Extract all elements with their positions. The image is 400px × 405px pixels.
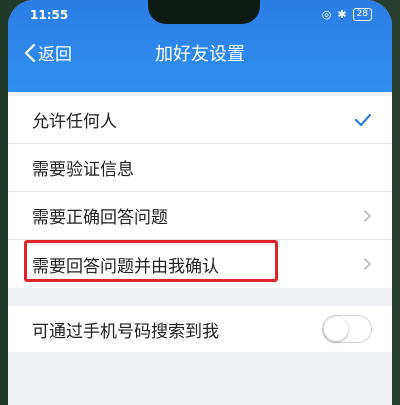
alarm-icon: ◎ (321, 8, 332, 21)
nav-header: 11:55 ◎ ✱ 28 返回 加好友设置 (8, 0, 392, 92)
status-icons: ◎ ✱ 28 (322, 8, 372, 21)
phone-search-row: 可通过手机号码搜索到我 (8, 306, 392, 352)
phone-search-section: 可通过手机号码搜索到我 (8, 306, 392, 352)
toggle-knob (324, 317, 348, 341)
option-label: 需要正确回答问题 (32, 208, 168, 228)
option-correct-answer[interactable]: 需要正确回答问题 (8, 192, 392, 240)
status-time: 11:55 (30, 8, 69, 22)
option-label: 需要回答问题并由我确认 (32, 256, 219, 277)
page-title: 加好友设置 (155, 44, 245, 65)
chevron-right-icon (363, 192, 372, 239)
phone-search-label: 可通过手机号码搜索到我 (32, 321, 219, 342)
phone-search-toggle[interactable] (322, 315, 372, 343)
option-label: 需要验证信息 (32, 160, 134, 180)
screen: 11:55 ◎ ✱ 28 返回 加好友设置 允许任何人 需要验证信息 需要正确回… (8, 0, 392, 405)
option-require-verification[interactable]: 需要验证信息 (8, 144, 392, 192)
friend-verification-options: 允许任何人 需要验证信息 需要正确回答问题 需要回答问题并由我确认 (8, 96, 392, 288)
option-label: 允许任何人 (32, 112, 117, 132)
chevron-right-icon (363, 240, 372, 288)
phone-frame: 11:55 ◎ ✱ 28 返回 加好友设置 允许任何人 需要验证信息 需要正确回… (0, 0, 400, 405)
bluetooth-icon: ✱ (337, 8, 347, 21)
battery-icon: 28 (352, 8, 372, 21)
option-answer-and-confirm[interactable]: 需要回答问题并由我确认 (8, 240, 392, 288)
camera-notch (148, 0, 260, 24)
checkmark-icon (354, 96, 372, 143)
option-allow-anyone[interactable]: 允许任何人 (8, 96, 392, 144)
